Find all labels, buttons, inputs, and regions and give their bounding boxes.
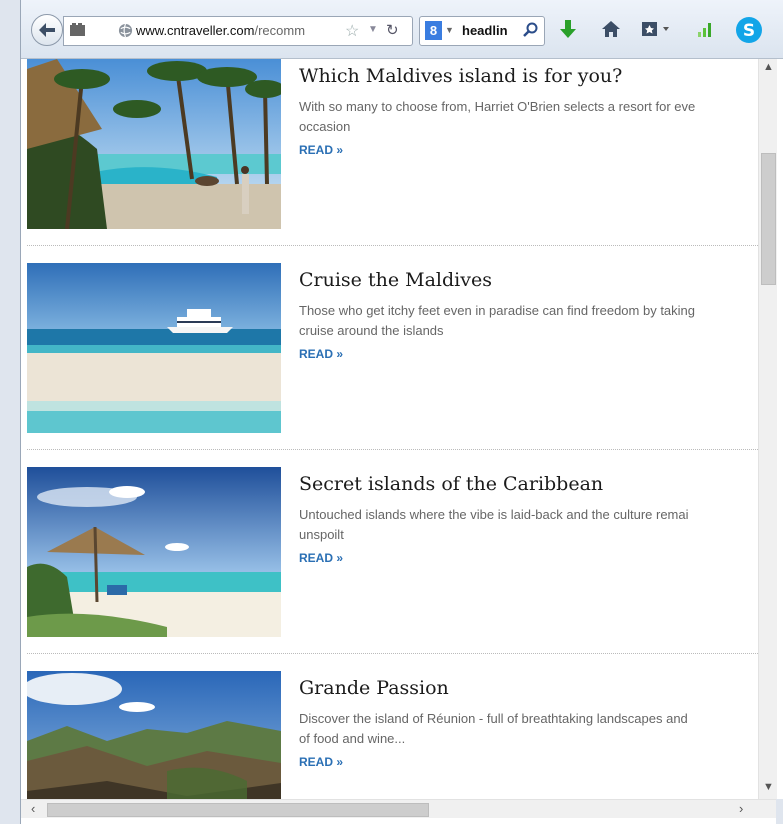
home-icon[interactable] (601, 20, 621, 38)
article-divider (27, 653, 758, 654)
read-more-link[interactable]: READ » (299, 551, 343, 565)
search-engine-dropdown-icon[interactable]: ▼ (445, 25, 454, 35)
bookmarks-menu-icon[interactable] (641, 20, 673, 38)
scroll-down-arrow-icon[interactable]: ▼ (763, 781, 774, 793)
article-item: Cruise the Maldives Those who get itchy … (27, 263, 758, 433)
article-item: Secret islands of the Caribbean Untouche… (27, 467, 758, 637)
article-image-caribbean-beach[interactable] (27, 467, 281, 637)
article-title[interactable]: Secret islands of the Caribbean (299, 473, 603, 495)
article-description: Untouched islands where the vibe is laid… (299, 505, 758, 545)
search-box[interactable]: 8 ▼ headlin (419, 16, 545, 46)
scroll-up-arrow-icon[interactable]: ▲ (763, 61, 774, 73)
article-title[interactable]: Which Maldives island is for you? (299, 65, 622, 87)
article-image-cruise-ship[interactable] (27, 263, 281, 433)
article-item: Which Maldives island is for you? With s… (27, 59, 758, 229)
scroll-left-arrow-icon[interactable]: ‹ (31, 801, 35, 816)
article-divider (27, 245, 758, 246)
article-description-line: occasion (299, 119, 351, 134)
skype-icon[interactable]: S (735, 16, 763, 44)
article-description-line: cruise around the islands (299, 323, 444, 338)
article-title[interactable]: Grande Passion (299, 677, 449, 699)
page-content: Which Maldives island is for you? With s… (21, 59, 758, 799)
horizontal-scroll-thumb[interactable] (47, 803, 429, 817)
signal-strength-icon[interactable] (697, 20, 715, 38)
article-image-reunion-mountains[interactable] (27, 671, 281, 799)
browser-window: www.cntraveller.com/recomm ☆ ▼ ↻ 8 ▼ hea… (20, 0, 783, 824)
scrollbar-corner (776, 799, 783, 824)
read-more-link[interactable]: READ » (299, 755, 343, 769)
read-more-link[interactable]: READ » (299, 347, 343, 361)
article-divider (27, 449, 758, 450)
back-button[interactable] (31, 14, 63, 46)
url-domain: www.cntraveller.com (136, 23, 255, 38)
article-description: Discover the island of Réunion - full of… (299, 709, 758, 749)
vertical-scrollbar[interactable]: ▲ ▼ (758, 59, 777, 799)
article-description: With so many to choose from, Harriet O'B… (299, 97, 758, 137)
article-description-line: Discover the island of Réunion - full of… (299, 711, 688, 726)
horizontal-scrollbar[interactable]: ‹ › (21, 799, 776, 818)
article-description-line: Those who get itchy feet even in paradis… (299, 303, 696, 318)
download-arrow-icon[interactable] (559, 20, 577, 40)
article-description: Those who get itchy feet even in paradis… (299, 301, 758, 341)
article-title[interactable]: Cruise the Maldives (299, 269, 492, 291)
search-input[interactable]: headlin (462, 23, 508, 38)
article-description-line: of food and wine... (299, 731, 406, 746)
site-identity-icon[interactable] (118, 23, 133, 38)
svg-text:S: S (743, 21, 755, 41)
navigation-toolbar: www.cntraveller.com/recomm ☆ ▼ ↻ 8 ▼ hea… (21, 0, 783, 59)
bookmark-star-icon[interactable]: ☆ (345, 21, 359, 41)
url-history-dropdown-icon[interactable]: ▼ (368, 24, 378, 35)
search-magnifier-icon[interactable] (523, 22, 539, 38)
address-bar[interactable]: www.cntraveller.com/recomm ☆ ▼ ↻ (63, 16, 413, 46)
search-engine-icon[interactable]: 8 (425, 21, 442, 40)
article-description-line: unspoilt (299, 527, 344, 542)
article-item: Grande Passion Discover the island of Ré… (27, 671, 758, 799)
vertical-scroll-thumb[interactable] (761, 153, 776, 285)
reload-icon[interactable]: ↻ (386, 21, 399, 39)
scroll-right-arrow-icon[interactable]: › (739, 801, 743, 816)
article-image-maldives-resort[interactable] (27, 59, 281, 229)
url-path: /recomm (254, 23, 306, 38)
article-description-line: With so many to choose from, Harriet O'B… (299, 99, 696, 114)
back-arrow-icon (39, 23, 55, 37)
tab-groups-icon[interactable] (70, 23, 86, 37)
url-text[interactable]: www.cntraveller.com/recomm (136, 23, 326, 38)
article-description-line: Untouched islands where the vibe is laid… (299, 507, 689, 522)
read-more-link[interactable]: READ » (299, 143, 343, 157)
